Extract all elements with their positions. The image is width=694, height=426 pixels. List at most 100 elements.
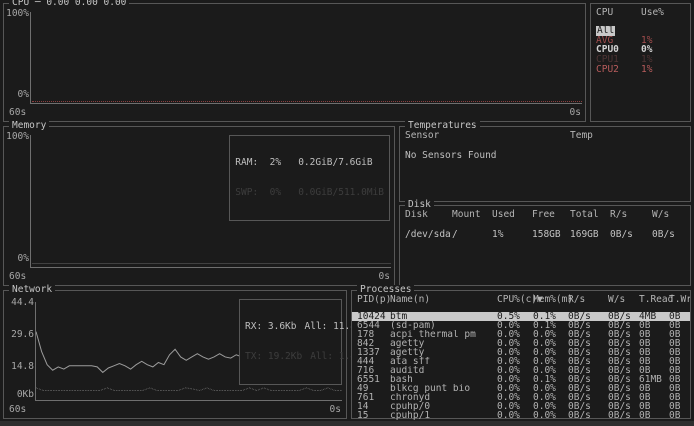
cpu-legend-col-cpu: CPU — [596, 8, 641, 18]
cpu-legend-panel[interactable]: CPU Use% All AVG 1% CPU0 0% — [590, 3, 691, 122]
cpu-x-right-label: 0s — [570, 108, 581, 118]
process-rs: 0B/s — [568, 348, 608, 357]
processes-col-pid[interactable]: PID(p) — [357, 295, 390, 305]
process-mem: 0.1% — [533, 375, 568, 384]
process-twrite: 0B — [669, 348, 690, 357]
process-row[interactable]: 716 auditd 0.0% 0.0% 0B/s 0B/s 0B 0B — [352, 366, 690, 375]
process-row[interactable]: 1337 agetty 0.0% 0.0% 0B/s 0B/s 0B 0B — [352, 348, 690, 357]
processes-col-tread[interactable]: T.Read — [639, 295, 669, 305]
process-name: ata_sff — [390, 357, 497, 366]
memory-y-max-label: 100% — [6, 132, 29, 142]
network-panel[interactable]: Network 44.4 29.6 14.8 0Kb RX: 3.6Kb All… — [3, 290, 347, 419]
process-row[interactable]: 10424 btm 0.5% 0.1% 0B/s 0B/s 4MB 0B — [352, 312, 690, 321]
processes-col-cpu-sorted[interactable]: CPU%(c)▼ — [497, 295, 533, 305]
process-cpu: 0.0% — [497, 330, 533, 339]
cpu-panel[interactable]: CPU ─ 0.00 0.00 0.00 100% 0% 60s 0s — [3, 3, 586, 122]
disk-cell-free: 158GB — [532, 230, 570, 240]
disk-cell-ws: 0B/s — [652, 230, 690, 240]
process-twrite: 0B — [669, 339, 690, 348]
process-pid: 15 — [357, 411, 390, 420]
process-ws: 0B/s — [608, 375, 639, 384]
processes-panel[interactable]: Processes PID(p) Name(n) CPU%(c)▼ Mem%(m… — [351, 290, 691, 419]
process-row[interactable]: 761 chronyd 0.0% 0.0% 0B/s 0B/s 0B 0B — [352, 393, 690, 402]
network-y-label-4: 0Kb — [8, 390, 34, 400]
process-tread: 0B — [639, 348, 669, 357]
network-tx-rate: TX: 19.2Kb — [245, 352, 302, 362]
process-pid: 6544 — [357, 321, 390, 330]
process-row[interactable]: 49 blkcg_punt_bio 0.0% 0.0% 0B/s 0B/s 0B… — [352, 384, 690, 393]
process-rs: 0B/s — [568, 384, 608, 393]
system-monitor-screen: CPU ─ 0.00 0.00 0.00 100% 0% 60s 0s CPU … — [0, 0, 694, 426]
process-name: acpi_thermal_pm — [390, 330, 497, 339]
process-twrite: 0B — [669, 411, 690, 420]
process-pid: 10424 — [357, 312, 390, 321]
cpu-legend-row-label: CPU2 — [596, 65, 619, 75]
processes-col-ws[interactable]: W/s — [608, 295, 639, 305]
process-rs: 0B/s — [568, 312, 608, 321]
process-pid: 444 — [357, 357, 390, 366]
process-name: blkcg_punt_bio — [390, 384, 497, 393]
processes-col-twrite[interactable]: T.Write — [669, 295, 690, 305]
process-row[interactable]: 842 agetty 0.0% 0.0% 0B/s 0B/s 0B 0B — [352, 339, 690, 348]
network-rx-rate: RX: 3.6Kb — [245, 322, 296, 332]
process-mem: 0.0% — [533, 339, 568, 348]
disk-cell-total: 169GB — [570, 230, 610, 240]
process-cpu: 0.0% — [497, 366, 533, 375]
process-tread: 0B — [639, 402, 669, 411]
process-pid: 1337 — [357, 348, 390, 357]
disk-cell-rs: 0B/s — [610, 230, 652, 240]
temperatures-panel[interactable]: Temperatures Sensor Temp No Sensors Foun… — [399, 126, 691, 202]
process-row[interactable]: 15 cpuhp/1 0.0% 0.0% 0B/s 0B/s 0B 0B — [352, 411, 690, 420]
process-ws: 0B/s — [608, 348, 639, 357]
process-row[interactable]: 444 ata_sff 0.0% 0.0% 0B/s 0B/s 0B 0B — [352, 357, 690, 366]
process-cpu: 0.0% — [497, 357, 533, 366]
disk-panel[interactable]: Disk Disk Mount Used Free Total R/s W/s … — [399, 205, 691, 286]
process-tread: 0B — [639, 393, 669, 402]
process-ws: 0B/s — [608, 357, 639, 366]
temperatures-col-sensor: Sensor — [405, 131, 570, 141]
processes-col-name[interactable]: Name(n) — [390, 295, 497, 305]
process-ws: 0B/s — [608, 384, 639, 393]
processes-col-rs[interactable]: R/s — [568, 295, 608, 305]
process-row[interactable]: 178 acpi_thermal_pm 0.0% 0.0% 0B/s 0B/s … — [352, 330, 690, 339]
process-pid: 842 — [357, 339, 390, 348]
process-mem: 0.0% — [533, 330, 568, 339]
cpu-legend-row[interactable]: CPU2 1% — [591, 65, 690, 75]
disk-col-rs: R/s — [610, 210, 652, 220]
process-pid: 6551 — [357, 375, 390, 384]
network-x-right-label: 0s — [330, 405, 341, 415]
process-mem: 0.0% — [533, 393, 568, 402]
process-row[interactable]: 6544 (sd-pam) 0.0% 0.1% 0B/s 0B/s 0B 0B — [352, 321, 690, 330]
cpu-x-left-label: 60s — [9, 108, 26, 118]
temperatures-empty-message: No Sensors Found — [400, 141, 690, 161]
disk-cell-disk: /dev/sda — [405, 230, 452, 240]
cpu-y-max-label: 100% — [6, 9, 29, 19]
process-ws: 0B/s — [608, 393, 639, 402]
process-name: agetty — [390, 339, 497, 348]
process-row[interactable]: 6551 bash 0.0% 0.1% 0B/s 0B/s 61MB 0B — [352, 375, 690, 384]
process-mem: 0.0% — [533, 357, 568, 366]
process-twrite: 0B — [669, 330, 690, 339]
cpu-panel-title: CPU ─ 0.00 0.00 0.00 — [9, 0, 129, 8]
process-cpu: 0.0% — [497, 348, 533, 357]
process-ws: 0B/s — [608, 312, 639, 321]
cpu-avg-usage-line — [32, 101, 582, 102]
disk-col-ws: W/s — [652, 210, 690, 220]
process-name: cpuhp/0 — [390, 402, 497, 411]
cpu-legend-col-use: Use% — [641, 8, 690, 18]
process-rs: 0B/s — [568, 321, 608, 330]
network-y-label-1: 44.4 — [8, 298, 34, 308]
memory-legend-box: RAM: 2% 0.2GiB/7.6GiB SWP: 0% 0.0GiB/511… — [229, 135, 390, 221]
process-rs: 0B/s — [568, 393, 608, 402]
processes-col-mem[interactable]: Mem%(m) — [533, 295, 568, 305]
process-rs: 0B/s — [568, 411, 608, 420]
cpu-legend-row-value: 1% — [641, 65, 690, 75]
process-ws: 0B/s — [608, 339, 639, 348]
memory-panel[interactable]: Memory 100% 0% RAM: 2% 0.2GiB/7.6GiB SWP… — [3, 126, 395, 286]
process-cpu: 0.0% — [497, 402, 533, 411]
process-cpu: 0.0% — [497, 321, 533, 330]
process-row[interactable]: 14 cpuhp/0 0.0% 0.0% 0B/s 0B/s 0B 0B — [352, 402, 690, 411]
process-cpu: 0.0% — [497, 375, 533, 384]
disk-row: /dev/sda / 1% 158GB 169GB 0B/s 0B/s — [400, 230, 690, 240]
temperatures-col-temp: Temp — [570, 131, 690, 141]
